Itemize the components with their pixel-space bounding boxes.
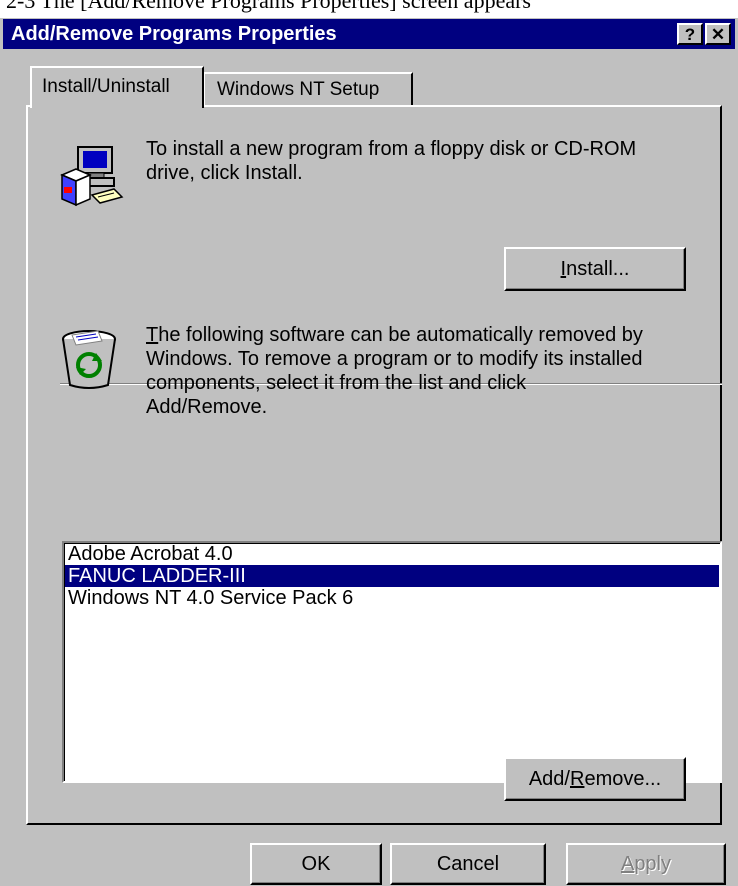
list-item[interactable]: FANUC LADDER-III: [65, 565, 719, 587]
help-button[interactable]: ?: [677, 23, 703, 45]
close-icon: ✕: [710, 24, 726, 44]
install-button[interactable]: Install...: [504, 247, 686, 291]
apply-button[interactable]: Apply: [566, 843, 726, 885]
title-bar: Add/Remove Programs Properties ? ✕: [3, 19, 735, 49]
install-computer-icon: [60, 146, 124, 207]
remove-text-line: The following software can be automatica…: [146, 324, 643, 346]
recycle-bin-icon: [62, 330, 116, 389]
remove-text-line: components, select it from the list and …: [146, 372, 527, 394]
apply-button-label: Apply: [620, 852, 672, 875]
cancel-button[interactable]: Cancel: [390, 843, 546, 885]
install-instructions: To install a new program from a floppy d…: [146, 137, 636, 185]
remove-text-line: Add/Remove.: [146, 396, 268, 418]
install-text-line: drive, click Install.: [146, 162, 303, 184]
remove-instructions: The following software can be automatica…: [146, 323, 643, 419]
close-button[interactable]: ✕: [705, 23, 731, 45]
caption-text: 2-3 The [Add/Remove Programs Properties]…: [6, 0, 531, 13]
install-text-line: To install a new program from a floppy d…: [146, 138, 637, 160]
help-icon: ?: [684, 24, 696, 44]
install-button-label: Install...: [560, 257, 630, 280]
add-remove-button[interactable]: Add/Remove...: [504, 757, 686, 801]
list-item[interactable]: Windows NT 4.0 Service Pack 6: [65, 587, 719, 609]
properties-dialog: Add/Remove Programs Properties ? ✕ Insta…: [0, 18, 738, 886]
add-remove-button-label: Add/Remove...: [528, 767, 662, 790]
tab-install-uninstall[interactable]: Install/Uninstall: [30, 66, 204, 108]
installed-programs-list[interactable]: Adobe Acrobat 4.0 FANUC LADDER-III Windo…: [62, 541, 722, 783]
remove-text-line: Windows. To remove a program or to modif…: [146, 348, 643, 370]
ok-button[interactable]: OK: [250, 843, 382, 885]
tab-panel-install-uninstall: To install a new program from a floppy d…: [26, 105, 722, 825]
window-title: Add/Remove Programs Properties: [11, 23, 337, 45]
list-item[interactable]: Adobe Acrobat 4.0: [65, 543, 719, 565]
tab-windows-nt-setup[interactable]: Windows NT Setup: [203, 72, 413, 106]
document-caption: 2-3 The [Add/Remove Programs Properties]…: [0, 0, 738, 18]
